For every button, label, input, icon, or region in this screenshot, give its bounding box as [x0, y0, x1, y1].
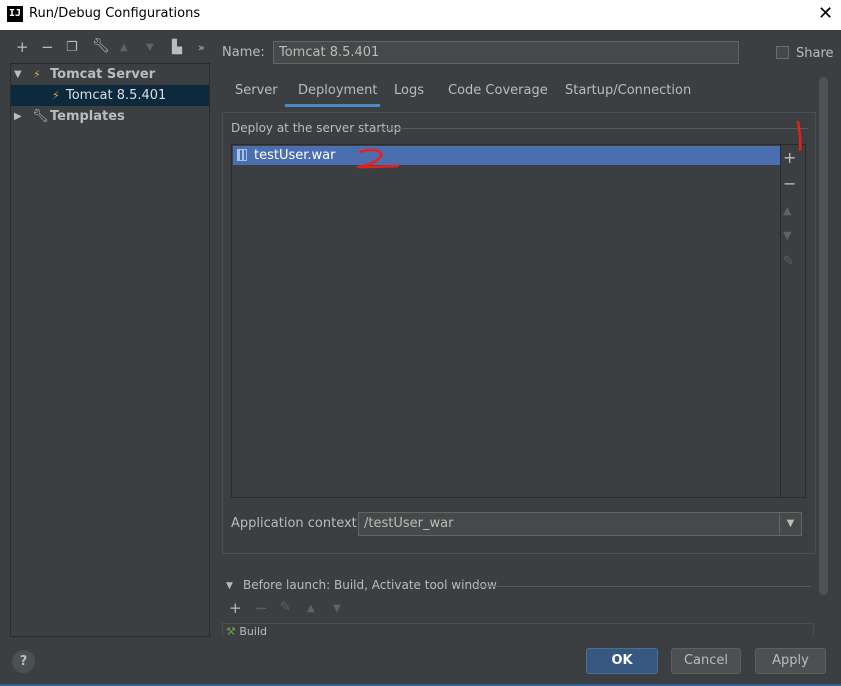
tab-server[interactable]: Server [235, 83, 278, 98]
app-logo-icon: IJ [7, 6, 23, 22]
move-up-icon[interactable]: ▲ [120, 42, 128, 53]
expand-arrow-icon[interactable]: ▼ [14, 64, 22, 85]
war-archive-icon [237, 149, 247, 161]
annotation-mark-1 [796, 120, 802, 152]
deploy-group-title: Deploy at the server startup [231, 121, 402, 135]
edit-icon[interactable]: ✎ [280, 600, 291, 615]
edit-icon[interactable]: ✎ [783, 254, 794, 269]
copy-icon[interactable]: ❐ [66, 40, 78, 55]
add-icon[interactable]: + [229, 599, 242, 617]
move-up-icon[interactable]: ▲ [783, 204, 791, 217]
app-context-label: Application context: [231, 516, 362, 531]
list-item[interactable]: ⚒︎ Build [226, 625, 267, 637]
ok-button[interactable]: OK [586, 648, 658, 674]
tree-item-label: Tomcat Server [50, 67, 156, 82]
move-down-icon[interactable]: ▼ [333, 603, 341, 614]
tab-logs[interactable]: Logs [394, 83, 424, 98]
tomcat-icon: ⚡︎ [52, 89, 60, 102]
share-label: Share [796, 46, 834, 61]
move-down-icon[interactable]: ▼ [783, 229, 791, 242]
deployment-list[interactable]: testUser.war [231, 144, 806, 498]
cancel-button[interactable]: Cancel [671, 648, 741, 674]
remove-icon[interactable]: − [255, 599, 268, 617]
before-launch-title[interactable]: Before launch: Build, Activate tool wind… [243, 578, 497, 592]
tree-item-label: Tomcat 8.5.401 [66, 88, 167, 103]
artifact-label: testUser.war [254, 148, 336, 163]
folder-icon[interactable]: ▙ [172, 40, 182, 55]
wrench-icon: 🔧︎ [32, 109, 49, 124]
annotation-mark-2 [356, 148, 400, 169]
expand-arrow-icon[interactable]: ▼ [226, 581, 233, 591]
list-side-divider [780, 145, 781, 497]
list-item[interactable]: testUser.war [233, 146, 780, 165]
active-tab-indicator [285, 104, 380, 107]
build-task-label: Build [239, 625, 267, 637]
remove-icon[interactable]: − [41, 38, 54, 56]
apply-button[interactable]: Apply [755, 648, 826, 674]
tree-item-templates[interactable]: ▶ 🔧︎ Templates [11, 106, 209, 127]
move-down-icon[interactable]: ▼ [146, 42, 154, 53]
move-up-icon[interactable]: ▲ [307, 603, 315, 614]
share-checkbox[interactable] [776, 46, 789, 59]
app-context-combobox[interactable]: /testUser_war ▼ [358, 512, 802, 536]
title-bar: IJ Run/Debug Configurations ✕ [0, 0, 841, 30]
before-launch-divider [475, 586, 811, 587]
name-label: Name: [222, 45, 265, 60]
tomcat-icon: ⚡︎ [33, 68, 41, 81]
tree-item-label: Templates [50, 109, 125, 124]
wrench-icon[interactable]: 🔧︎ [92, 38, 110, 54]
tab-startup-connection[interactable]: Startup/Connection [565, 83, 691, 98]
config-tree: ▼ ⚡︎ Tomcat Server ⚡︎ Tomcat 8.5.401 ▶ 🔧… [10, 63, 210, 637]
tree-item-tomcat-config[interactable]: ⚡︎ Tomcat 8.5.401 [11, 85, 209, 106]
close-icon[interactable]: ✕ [818, 3, 833, 24]
hammer-icon: ⚒︎ [226, 625, 236, 637]
name-input[interactable] [273, 41, 739, 64]
tree-item-tomcat-server[interactable]: ▼ ⚡︎ Tomcat Server [11, 64, 209, 85]
remove-artifact-icon[interactable]: − [783, 174, 796, 193]
chevron-down-icon[interactable]: ▼ [779, 513, 801, 535]
vertical-scrollbar[interactable] [819, 77, 828, 595]
app-context-value: /testUser_war [364, 516, 454, 531]
tab-deployment[interactable]: Deployment [298, 83, 378, 98]
collapse-arrow-icon[interactable]: ▶ [14, 106, 22, 127]
add-icon[interactable]: + [16, 38, 29, 56]
before-launch-toolbar: + − ✎ ▲ ▼ [229, 599, 429, 621]
more-icon[interactable]: » [198, 41, 205, 54]
before-launch-list[interactable]: ⚒︎ Build [222, 623, 814, 637]
help-button[interactable]: ? [12, 650, 35, 673]
window-title: Run/Debug Configurations [29, 6, 201, 21]
config-toolbar: + − ❐ 🔧︎ ▲ ▼ ▙ » [10, 38, 210, 60]
group-divider [381, 128, 808, 129]
tab-code-coverage[interactable]: Code Coverage [448, 83, 548, 98]
